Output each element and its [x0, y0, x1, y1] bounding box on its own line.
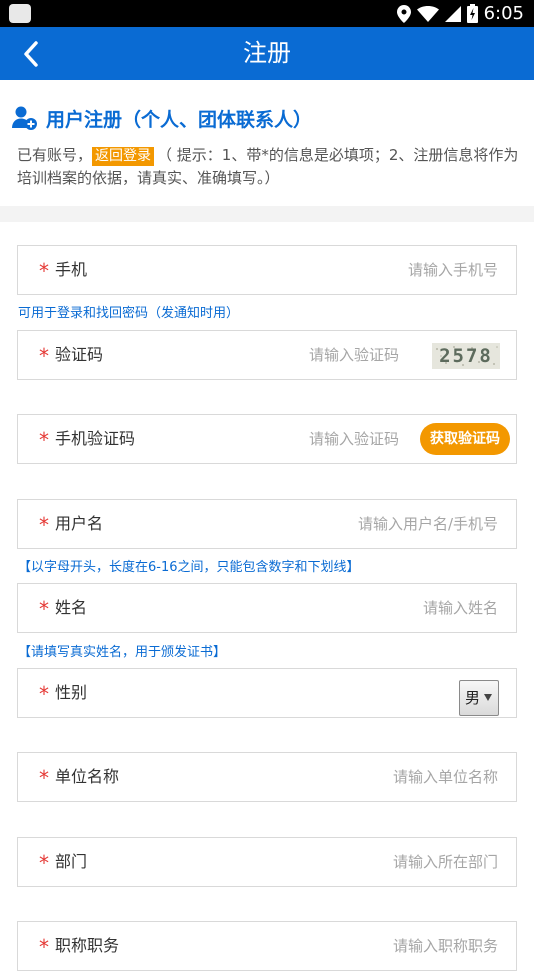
gender-label: 性别: [55, 683, 88, 702]
section-divider: [0, 206, 534, 222]
required-star: *: [39, 935, 49, 959]
name-field[interactable]: * 姓名 请输入姓名: [17, 583, 517, 633]
name-label: 姓名: [55, 598, 88, 617]
name-input[interactable]: 请输入姓名: [423, 584, 498, 632]
get-code-button[interactable]: 获取验证码: [420, 423, 510, 455]
captcha-field[interactable]: * 验证码 请输入验证码 2578: [17, 330, 517, 380]
sms-code-field[interactable]: * 手机验证码 请输入验证码 获取验证码: [17, 414, 517, 464]
captcha-text: 2578: [439, 345, 493, 367]
captcha-label: 验证码: [55, 345, 104, 364]
gender-selected-value: 男: [465, 689, 481, 707]
username-label: 用户名: [55, 514, 104, 533]
status-icons: 6:05: [396, 3, 524, 24]
sms-code-input[interactable]: 请输入验证码: [309, 415, 399, 463]
captcha-image[interactable]: 2578: [432, 343, 500, 369]
back-button[interactable]: [14, 37, 48, 71]
position-label: 职称职务: [55, 936, 120, 955]
signal-icon: [444, 5, 461, 22]
required-star: *: [39, 597, 49, 621]
department-label: 部门: [55, 852, 88, 871]
page-title: 注册: [243, 39, 291, 67]
wifi-icon: [416, 5, 439, 22]
company-input[interactable]: 请输入单位名称: [393, 753, 498, 801]
position-input[interactable]: 请输入职称职务: [393, 922, 498, 970]
section-title: 用户注册（个人、团体联系人）: [12, 104, 312, 132]
company-field[interactable]: * 单位名称 请输入单位名称: [17, 752, 517, 802]
sms-code-label: 手机验证码: [55, 429, 136, 448]
required-star: *: [39, 682, 49, 706]
position-field[interactable]: * 职称职务 请输入职称职务: [17, 921, 517, 971]
notification-app-icon: [9, 4, 31, 23]
chevron-left-icon: [24, 41, 38, 67]
username-note: 【以字母开头，长度在6-16之间，只能包含数字和下划线】: [18, 560, 360, 575]
department-field[interactable]: * 部门 请输入所在部门: [17, 837, 517, 887]
phone-input[interactable]: 请输入手机号: [408, 246, 498, 294]
section-title-text: 用户注册（个人、团体联系人）: [46, 108, 313, 131]
intro-text: 已有账号， 返回登录（ 提示：1、带*的信息是必填项；2、注册信息将作为培训档案的…: [17, 144, 522, 190]
location-icon: [396, 4, 411, 23]
phone-note: 可用于登录和找回密码（发通知时用）: [18, 306, 240, 321]
back-to-login-link[interactable]: 返回登录: [92, 147, 155, 166]
phone-field[interactable]: * 手机 请输入手机号: [17, 245, 517, 295]
gender-field: * 性别 男: [17, 668, 517, 718]
intro-prefix: 已有账号，: [17, 146, 93, 164]
company-label: 单位名称: [55, 767, 120, 786]
gender-select[interactable]: 男: [459, 680, 499, 716]
app-bar: 注册: [0, 27, 534, 80]
dropdown-arrow-icon: [484, 694, 492, 701]
name-note: 【请填写真实姓名，用于颁发证书】: [18, 645, 227, 660]
status-bar: 6:05: [0, 0, 534, 27]
required-star: *: [39, 428, 49, 452]
required-star: *: [39, 851, 49, 875]
username-field[interactable]: * 用户名 请输入用户名/手机号: [17, 499, 517, 549]
required-star: *: [39, 344, 49, 368]
username-input[interactable]: 请输入用户名/手机号: [358, 500, 498, 548]
required-star: *: [39, 766, 49, 790]
registration-header: 用户注册（个人、团体联系人） 已有账号， 返回登录（ 提示：1、带*的信息是必填项…: [0, 80, 534, 208]
captcha-input[interactable]: 请输入验证码: [309, 331, 399, 379]
clock: 6:05: [483, 3, 524, 24]
phone-label: 手机: [55, 260, 88, 279]
battery-icon: [466, 4, 478, 23]
required-star: *: [39, 259, 49, 283]
add-user-icon: [12, 106, 37, 130]
required-star: *: [39, 513, 49, 537]
department-input[interactable]: 请输入所在部门: [393, 838, 498, 886]
